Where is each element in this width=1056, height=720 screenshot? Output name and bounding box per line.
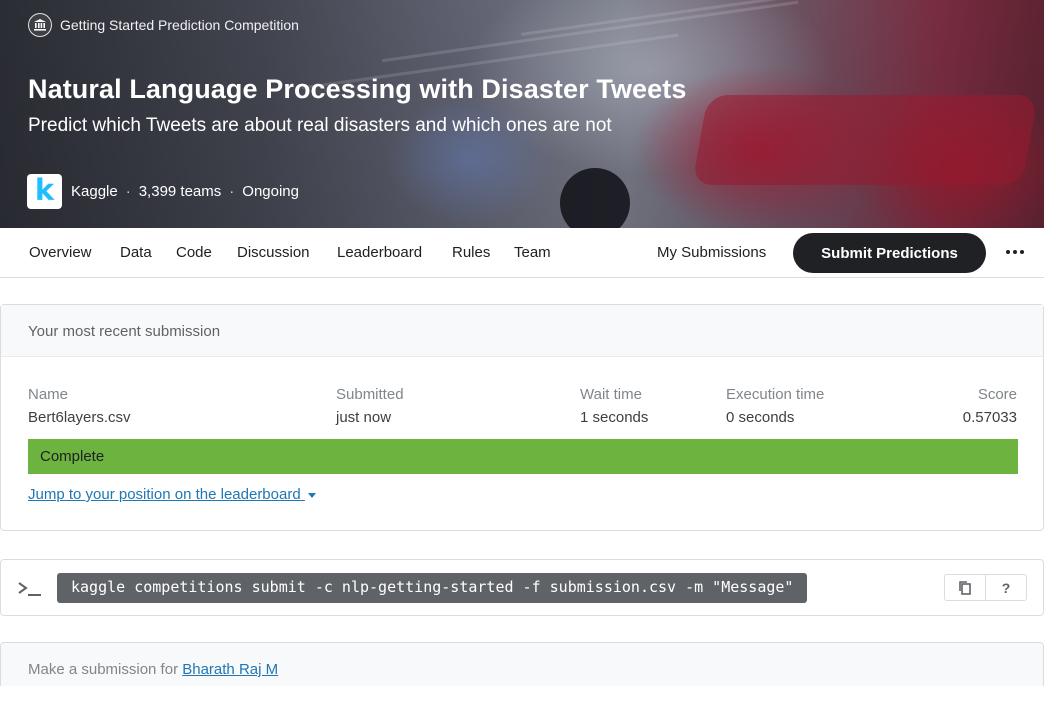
help-button[interactable]: ? [985,575,1026,600]
recent-submission-card: Your most recent submission Name Bert6la… [0,304,1044,531]
submission-status-bar: Complete [28,439,1018,474]
page-bottom-area [0,686,1056,720]
competition-meta: k Kaggle · 3,399 teams · Ongoing [27,174,299,209]
score-label: Score [977,386,1017,403]
submitted-label: Submitted [336,386,404,403]
cli-tools: ? [944,574,1027,601]
submit-predictions-button[interactable]: Submit Predictions [793,233,986,273]
jump-to-leaderboard-label: Jump to your position on the leaderboard [28,486,301,503]
tab-rules[interactable]: Rules [452,244,490,261]
team-user-link[interactable]: Bharath Raj M [182,661,278,678]
tab-team[interactable]: Team [514,244,551,261]
submission-name-label: Name [28,386,69,403]
tab-code[interactable]: Code [176,244,212,261]
jump-to-leaderboard-link[interactable]: Jump to your position on the leaderboard [28,486,316,503]
cli-command-text[interactable]: kaggle competitions submit -c nlp-gettin… [57,573,808,603]
score-column: Score 0.57033 [963,386,1017,426]
tab-discussion[interactable]: Discussion [237,244,310,261]
submission-name-value: Bert6layers.csv [28,409,131,426]
kaggle-logo-letter: k [34,172,55,207]
meta-separator: · [229,183,235,200]
copy-icon[interactable] [945,575,985,600]
competition-header-banner: Getting Started Prediction Competition N… [0,0,1044,228]
terminal-prompt-icon [18,582,41,596]
submitted-value: just now [336,409,392,426]
score-value: 0.57033 [962,409,1017,426]
execution-time-label: Execution time [726,386,825,403]
submission-name-column: Name Bert6layers.csv [28,386,131,426]
wait-time-label: Wait time [580,386,642,403]
competition-type: Getting Started Prediction Competition [28,13,299,37]
recent-submission-header: Your most recent submission [1,305,1043,357]
more-horizontal-icon[interactable] [1004,240,1026,264]
make-submission-text: Make a submission for Bharath Raj M [28,661,278,678]
competition-title: Natural Language Processing with Disaste… [28,74,687,104]
tab-overview[interactable]: Overview [29,244,92,261]
execution-time-value: 0 seconds [726,409,795,426]
execution-time-column: Execution time 0 seconds [726,386,824,426]
competition-tabs: Overview Data Code Discussion Leaderboar… [0,228,1044,278]
wait-time-value: 1 seconds [580,409,649,426]
tab-leaderboard[interactable]: Leaderboard [337,244,422,261]
wait-time-column: Wait time 1 seconds [580,386,648,426]
tab-data[interactable]: Data [120,244,152,261]
caret-down-icon [307,492,316,498]
kaggle-logo[interactable]: k [27,174,62,209]
make-submission-prefix: Make a submission for [28,661,179,678]
competition-type-label: Getting Started Prediction Competition [60,17,299,33]
competition-subtitle: Predict which Tweets are about real disa… [28,115,612,136]
cli-command-card: kaggle competitions submit -c nlp-gettin… [0,559,1044,616]
my-submissions-link[interactable]: My Submissions [657,244,766,261]
competition-status: Ongoing [242,183,299,200]
institution-icon [28,13,52,37]
host-name[interactable]: Kaggle [71,183,118,200]
team-count: 3,399 teams [138,183,222,200]
submitted-column: Submitted just now [336,386,404,426]
meta-separator: · [125,183,131,200]
